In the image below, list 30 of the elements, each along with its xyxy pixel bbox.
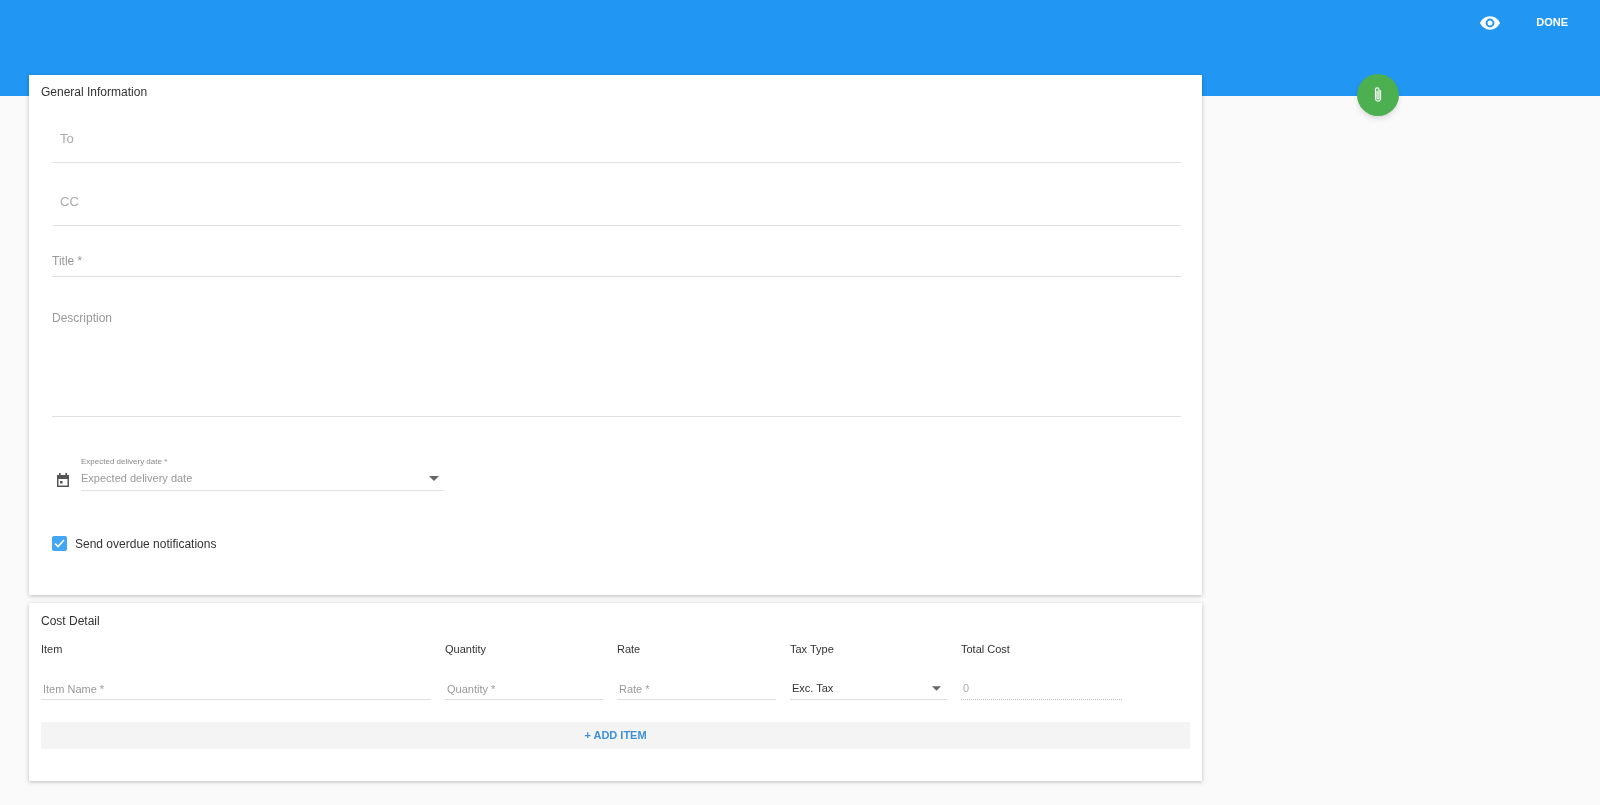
column-header: Tax Type <box>790 643 834 655</box>
column-header: Total Cost <box>961 643 1010 655</box>
total-cost-field: 0 <box>961 678 1122 700</box>
checkbox[interactable] <box>52 536 67 551</box>
preview-button[interactable] <box>1480 15 1501 31</box>
checkmark-icon <box>54 539 65 548</box>
cost-input-field[interactable]: Rate * <box>617 678 776 700</box>
column-header: Item <box>41 643 63 655</box>
attach-button[interactable] <box>1357 74 1399 116</box>
tax-type-dropdown[interactable]: Exc. Tax <box>790 678 947 700</box>
cost-input-field[interactable]: Item Name * <box>41 678 431 700</box>
paperclip-icon <box>1373 86 1383 104</box>
caret-icon <box>932 686 941 691</box>
field-placeholder: Expected delivery date <box>81 471 193 486</box>
done-button[interactable]: DONE <box>1536 14 1568 31</box>
card-title: Cost Detail <box>41 614 101 628</box>
add-item-button[interactable]: + ADD ITEM <box>41 722 1190 749</box>
recipient-field[interactable]: CC <box>53 178 1181 226</box>
column-header: Rate <box>617 643 641 655</box>
recipient-field[interactable]: To <box>53 115 1181 163</box>
delivery-date-dropdown[interactable]: Expected delivery date * Expected delivery date <box>81 457 443 491</box>
description-field[interactable]: Description <box>52 309 1181 417</box>
card-title: General Information <box>41 85 149 99</box>
cost-input-field[interactable]: Quantity * <box>445 678 603 700</box>
checkbox-label: Send overdue notifications <box>75 535 217 553</box>
field-label: Expected delivery date * <box>81 457 169 467</box>
calendar-icon <box>55 471 71 488</box>
title-field[interactable]: Title * <box>52 245 1181 277</box>
column-header: Quantity <box>445 643 486 655</box>
caret-icon <box>429 475 439 481</box>
